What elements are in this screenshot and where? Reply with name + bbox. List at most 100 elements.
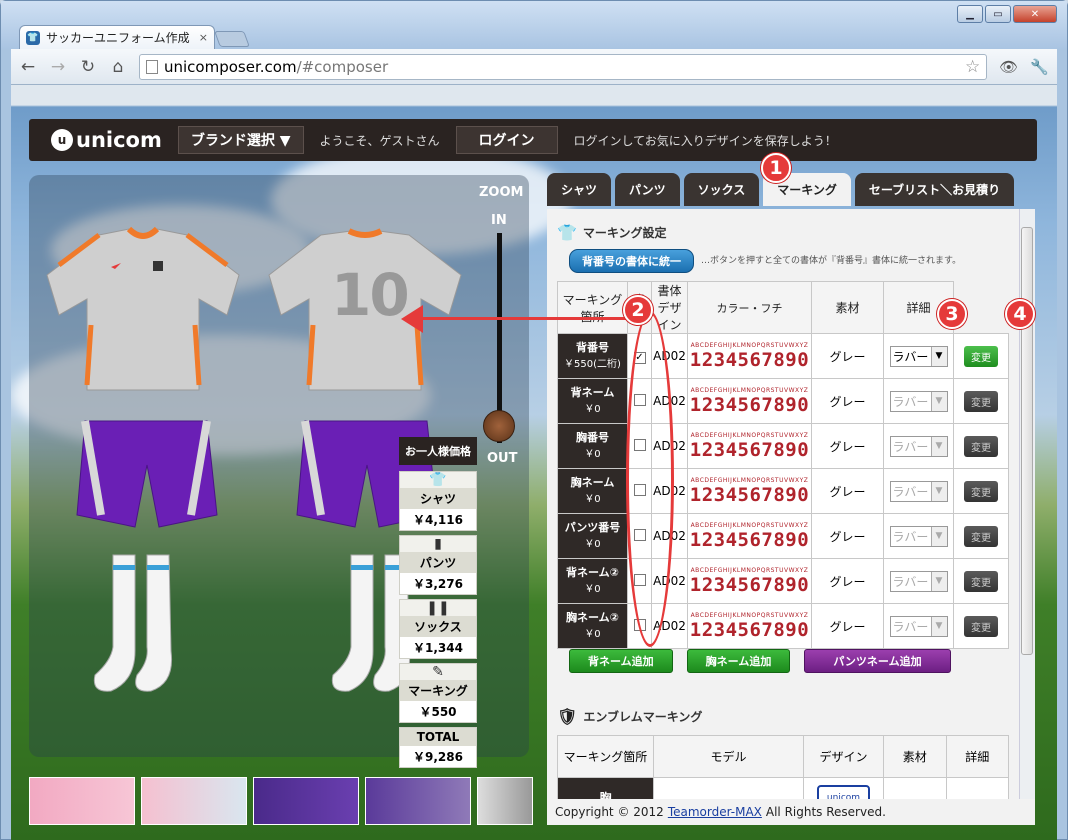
thumbnail[interactable] — [477, 777, 533, 825]
font-sample: ABCDEFGHIJKLMNOPQRSTUVWXYZ 1234567890 — [688, 522, 811, 551]
change-button[interactable]: 変更 — [964, 525, 998, 547]
add-back-name-button[interactable]: 背ネーム追加 — [569, 649, 673, 673]
shield-icon: 🛡 — [557, 707, 578, 726]
thumbnail[interactable] — [365, 777, 471, 825]
table-cell — [883, 777, 947, 799]
font-sample-alpha: ABCDEFGHIJKLMNOPQRSTUVWXYZ — [690, 341, 809, 349]
material-value: ラバー — [892, 619, 929, 634]
change-button[interactable]: 変更 — [964, 480, 998, 502]
price-label: ソックス — [400, 616, 476, 637]
price-label: パンツ — [400, 552, 476, 573]
marking-icon: ✎ — [432, 664, 444, 680]
site-logo[interactable]: u unicom — [51, 128, 162, 152]
page-footer: Copyright © 2012 Teamorder-MAX All Right… — [547, 799, 1035, 825]
back-icon[interactable]: ← — [19, 57, 37, 77]
scrollbar[interactable] — [1019, 209, 1035, 799]
color-value: グレー — [811, 603, 884, 649]
tab-savelist[interactable]: セーブリスト＼お見積り — [854, 173, 1015, 206]
font-sample-alpha: ABCDEFGHIJKLMNOPQRSTUVWXYZ — [690, 476, 809, 484]
close-window-button[interactable]: ✕ — [1013, 5, 1057, 23]
change-button[interactable]: 変更 — [964, 345, 998, 367]
material-cell: ラバー ▼ — [883, 333, 954, 379]
detail-cell: 変更 — [953, 378, 1009, 424]
shirt-icon: 👕 — [429, 472, 447, 488]
material-select[interactable]: ラバー ▼ — [889, 525, 948, 547]
eye-icon[interactable]: 👁 — [999, 58, 1018, 76]
thumbnail[interactable] — [29, 777, 135, 825]
table-header-row: マーキング箇所 モデル デザイン 素材 詳細 — [557, 735, 1009, 778]
chevron-down-icon: ▼ — [930, 526, 947, 546]
minimize-button[interactable]: ▁ — [957, 5, 983, 23]
font-design[interactable]: ABCDEFGHIJKLMNOPQRSTUVWXYZ 1234567890 — [687, 378, 812, 424]
zoom-label: ZOOM — [479, 185, 524, 200]
change-button[interactable]: 変更 — [964, 435, 998, 457]
font-design[interactable]: ABCDEFGHIJKLMNOPQRSTUVWXYZ 1234567890 — [687, 558, 812, 604]
tab-socks[interactable]: ソックス — [683, 173, 760, 206]
browser-window: 👕 サッカーユニフォーム作成 × ▁ ▭ ✕ ← → ↻ ⌂ unicompos… — [0, 0, 1068, 840]
maximize-button[interactable]: ▭ — [985, 5, 1011, 23]
pants-icon: ▮ — [434, 536, 442, 552]
material-select[interactable]: ラバー ▼ — [889, 615, 948, 637]
detail-cell: 変更 — [953, 468, 1009, 514]
chevron-down-icon: ▼ — [930, 391, 947, 411]
forward-icon[interactable]: → — [49, 57, 67, 77]
table-row: パンツ番号 ￥0 AD02 ABCDEFGHIJKLMNOPQRSTUVWXYZ… — [557, 513, 1009, 559]
material-select[interactable]: ラバー ▼ — [889, 570, 948, 592]
location-price: ￥0 — [584, 538, 601, 550]
thumbnail[interactable] — [253, 777, 359, 825]
scrollbar-thumb[interactable] — [1021, 227, 1033, 655]
table-row: 背ネーム ￥0 AD02 ABCDEFGHIJKLMNOPQRSTUVWXYZ … — [557, 378, 1009, 424]
company-link[interactable]: Teamorder-MAX — [668, 805, 762, 819]
price-header: お一人様価格 — [399, 437, 477, 465]
chevron-down-icon: ▼ — [930, 571, 947, 591]
thumbnail[interactable] — [141, 777, 247, 825]
change-button[interactable]: 変更 — [964, 570, 998, 592]
wrench-icon[interactable]: 🔧 — [1030, 58, 1049, 76]
zoom-slider-handle[interactable] — [483, 410, 515, 443]
change-button[interactable]: 変更 — [964, 390, 998, 412]
tab-close-icon[interactable]: × — [199, 31, 208, 44]
url-path: /#composer — [296, 57, 389, 76]
material-select[interactable]: ラバー ▼ — [889, 435, 948, 457]
price-marking: ✎ マーキング ￥550 — [399, 663, 477, 723]
annotation-ellipse — [626, 311, 674, 647]
material-select[interactable]: ラバー ▼ — [889, 480, 948, 502]
shirt-back[interactable]: 10 — [261, 225, 469, 395]
font-sample-digits: 1234567890 — [689, 528, 810, 551]
reload-icon[interactable]: ↻ — [79, 57, 97, 77]
tab-shirt[interactable]: シャツ — [547, 173, 612, 206]
font-design[interactable]: ABCDEFGHIJKLMNOPQRSTUVWXYZ 1234567890 — [687, 333, 812, 379]
browser-tab[interactable]: 👕 サッカーユニフォーム作成 × — [19, 25, 215, 49]
new-tab-button[interactable] — [214, 31, 250, 47]
bookmark-star-icon[interactable]: ☆ — [965, 57, 980, 77]
tab-pants[interactable]: パンツ — [615, 173, 680, 206]
copyright-text: Copyright © 2012 — [555, 805, 664, 819]
rights-text: All Rights Reserved. — [765, 805, 886, 819]
shirt-front[interactable] — [39, 225, 247, 395]
font-design[interactable]: ABCDEFGHIJKLMNOPQRSTUVWXYZ 1234567890 — [687, 468, 812, 514]
font-design[interactable]: ABCDEFGHIJKLMNOPQRSTUVWXYZ 1234567890 — [687, 603, 812, 649]
brand-select-button[interactable]: ブランド選択 ▼ — [177, 126, 304, 154]
material-select[interactable]: ラバー ▼ — [889, 390, 948, 412]
address-bar[interactable]: unicomposer.com/#composer ☆ — [139, 53, 988, 80]
font-design[interactable]: ABCDEFGHIJKLMNOPQRSTUVWXYZ 1234567890 — [687, 513, 812, 559]
marking-editor: 👕 マーキング設定 背番号の書体に統一 …ボタンを押すと全ての書体が『背番号』書… — [547, 209, 1035, 799]
material-select[interactable]: ラバー ▼ — [889, 345, 948, 367]
font-design[interactable]: ABCDEFGHIJKLMNOPQRSTUVWXYZ 1234567890 — [687, 423, 812, 469]
change-button[interactable]: 変更 — [964, 615, 998, 637]
material-value: ラバー — [892, 529, 929, 544]
socks-front[interactable] — [91, 551, 191, 701]
column-header: 詳細 — [945, 735, 1009, 778]
pants-front[interactable] — [71, 415, 221, 535]
unify-font-button[interactable]: 背番号の書体に統一 — [569, 249, 694, 273]
price-label: マーキング — [400, 680, 476, 701]
home-icon[interactable]: ⌂ — [109, 57, 127, 77]
location-name: 背番号 — [576, 341, 609, 355]
emblem-design-cell[interactable]: unicom — [803, 777, 884, 799]
marking-location: 胸ネーム ￥0 — [557, 468, 628, 514]
location-name: 背ネーム — [570, 386, 615, 400]
add-pants-name-button[interactable]: パンツネーム追加 — [804, 649, 951, 673]
login-button[interactable]: ログイン — [455, 126, 558, 154]
price-socks: ❚❚ ソックス ￥1,344 — [399, 599, 477, 659]
add-chest-name-button[interactable]: 胸ネーム追加 — [686, 649, 791, 673]
